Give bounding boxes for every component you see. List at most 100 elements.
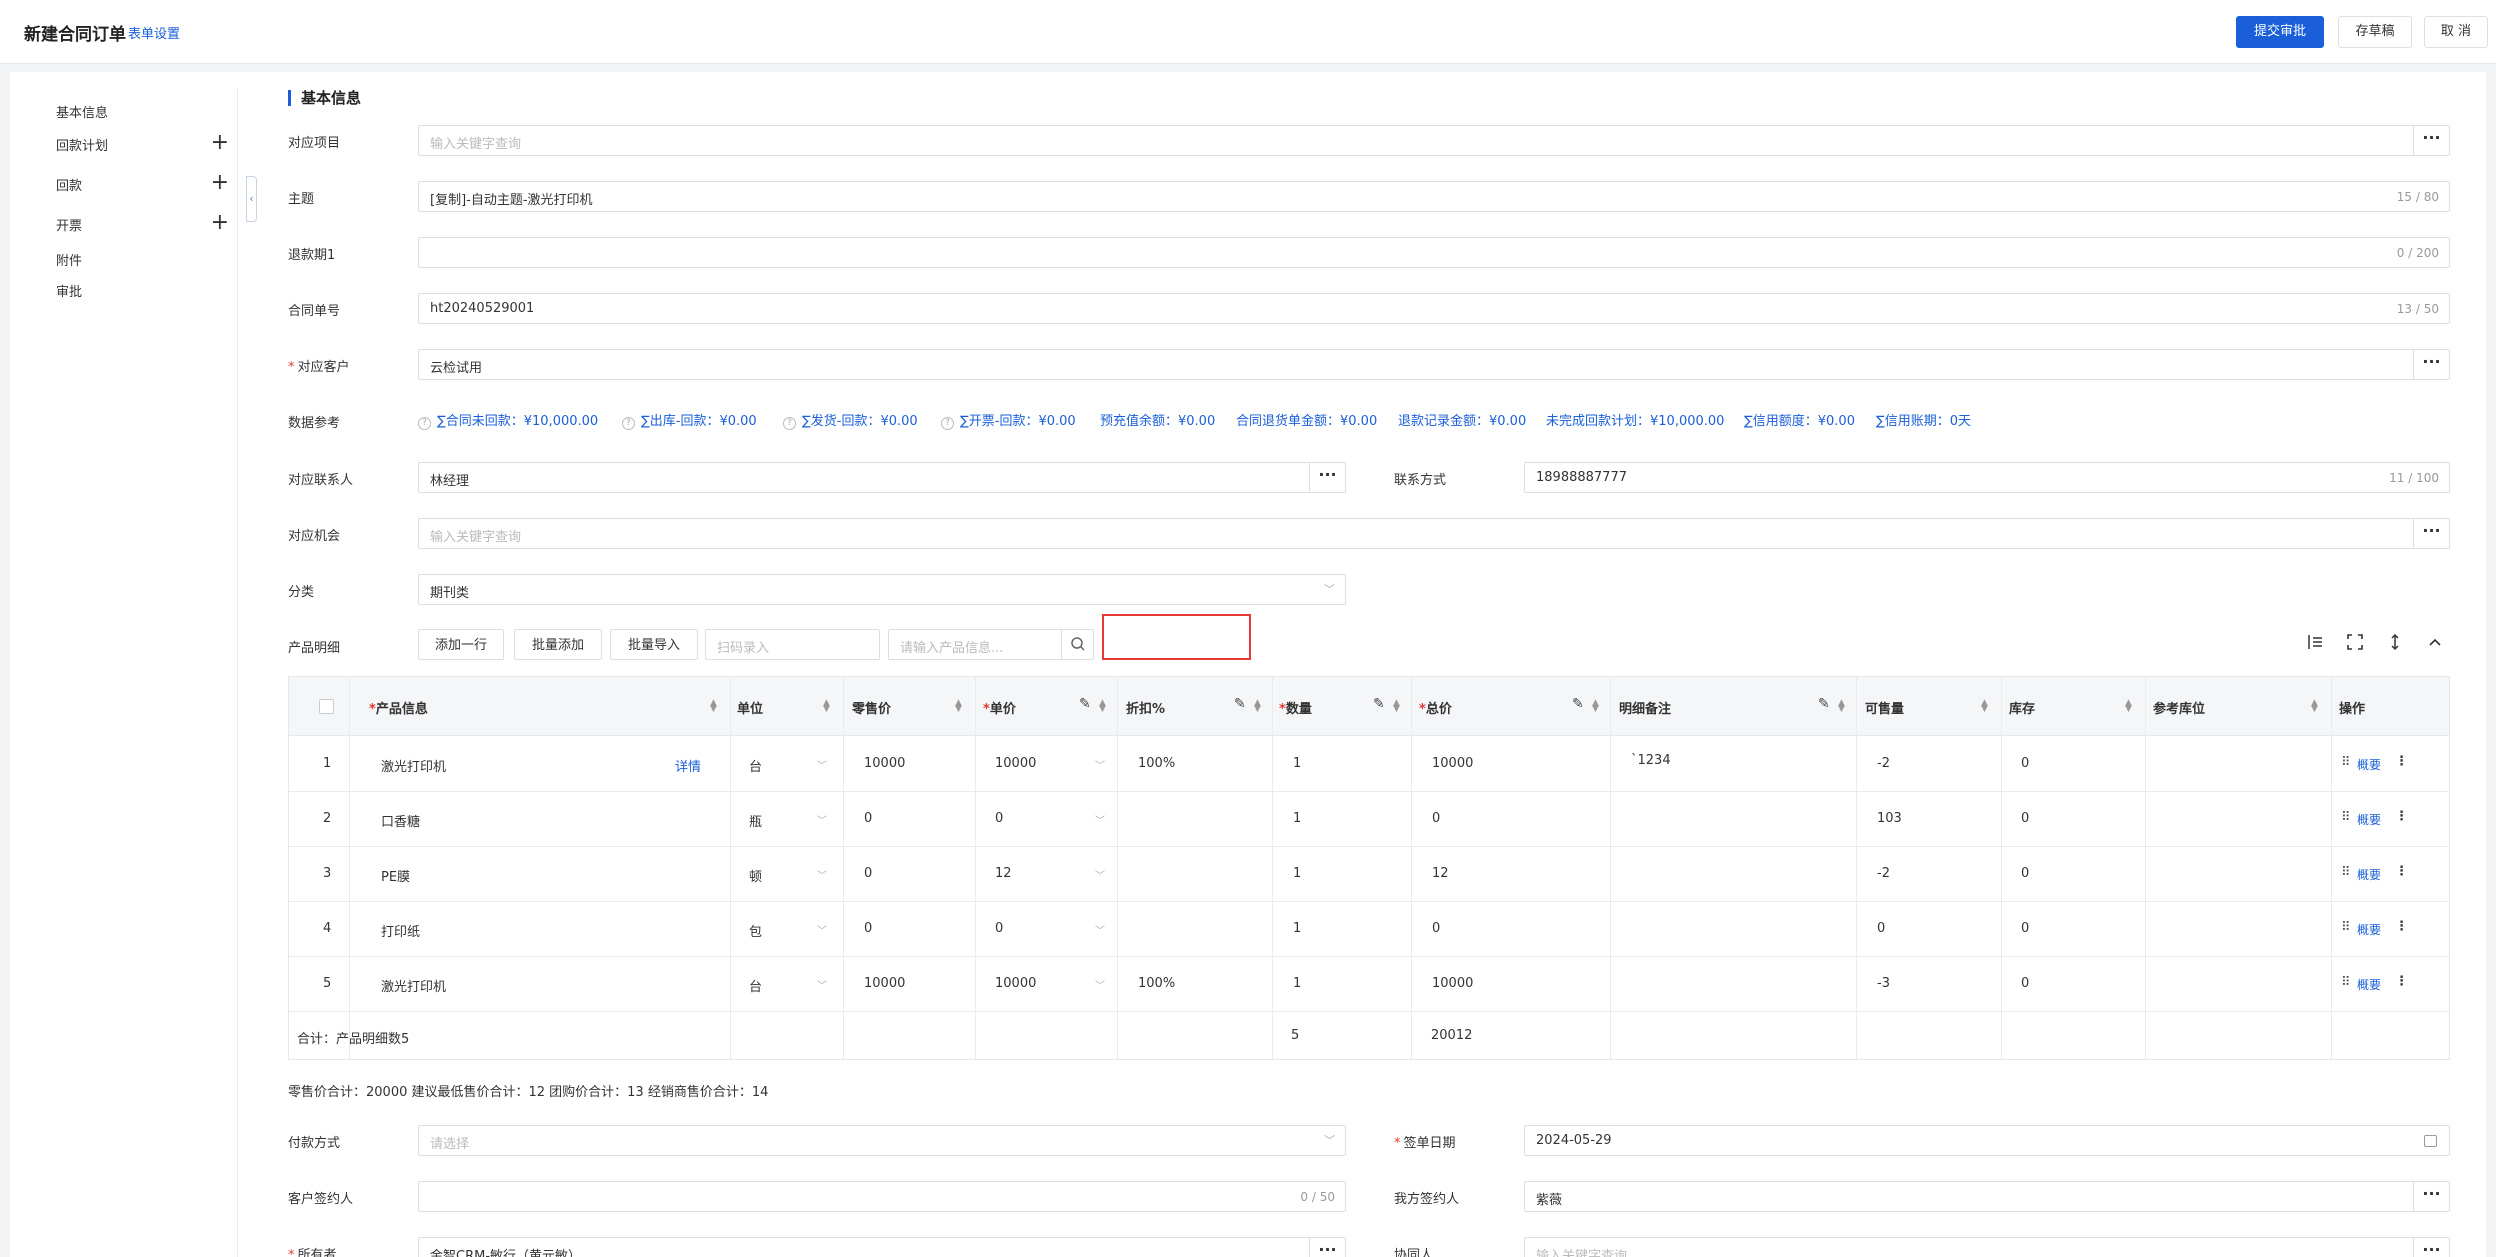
edit-icon[interactable]: ✎	[1234, 696, 1246, 712]
subject-field[interactable]: [复制]-自动主题-激光打印机 15 / 80	[418, 181, 2450, 212]
product-name[interactable]: 口香糖	[381, 811, 420, 830]
owner-lookup-icon[interactable]: ···	[1309, 1238, 1345, 1257]
owner-field[interactable]: 金智CRM-敏行（黄元敏） ···	[418, 1237, 1346, 1257]
sort-icon[interactable]: ▲ ▼	[1981, 699, 1988, 714]
form-settings-link[interactable]: 表单设置	[128, 23, 180, 42]
price-cell[interactable]: 10000	[995, 756, 1036, 771]
dataref-item[interactable]: ? ∑发货-回款：¥0.00	[783, 410, 918, 430]
sort-icon[interactable]: ▲ ▼	[823, 699, 830, 714]
phone-field[interactable]: 18988887777 11 / 100	[1524, 462, 2450, 493]
row-height-icon[interactable]	[2306, 633, 2324, 656]
product-search-input[interactable]: 请输入产品信息...	[888, 629, 1094, 660]
col-total[interactable]: *总价	[1419, 698, 1452, 717]
unit-cell[interactable]: 台	[749, 976, 762, 995]
col-product[interactable]: *产品信息	[369, 698, 428, 717]
fullscreen-icon[interactable]	[2346, 633, 2364, 656]
total-cell[interactable]: 10000	[1432, 976, 1473, 991]
expand-vertical-icon[interactable]	[2386, 633, 2404, 656]
discount-cell[interactable]: 100%	[1138, 756, 1175, 771]
chevron-down-icon[interactable]: ﹀	[1095, 812, 1105, 827]
retail-cell[interactable]: 0	[864, 921, 872, 936]
edit-icon[interactable]: ✎	[1572, 696, 1584, 712]
drag-handle-icon[interactable]: ⠿	[2341, 865, 2351, 880]
nav-item-payment[interactable]: 回款	[56, 175, 82, 194]
price-cell[interactable]: 12	[995, 866, 1012, 881]
dataref-item[interactable]: ? ∑出库-回款：¥0.00	[622, 410, 757, 430]
price-cell[interactable]: 0	[995, 811, 1003, 826]
summary-link[interactable]: 概要	[2357, 921, 2381, 938]
product-name[interactable]: PE膜	[381, 866, 410, 885]
collaborator-field[interactable]: 输入关键字查询 ···	[1524, 1237, 2450, 1257]
batch-import-button[interactable]: 批量导入	[610, 629, 698, 660]
project-lookup-icon[interactable]: ···	[2413, 126, 2449, 155]
dataref-item[interactable]: ∑信用额度：¥0.00	[1744, 410, 1855, 429]
edit-icon[interactable]: ✎	[1079, 696, 1091, 712]
add-payment-icon[interactable]: +	[211, 172, 229, 194]
retail-cell[interactable]: 0	[864, 866, 872, 881]
unit-cell[interactable]: 瓶	[749, 811, 762, 830]
summary-link[interactable]: 概要	[2357, 976, 2381, 993]
sort-icon[interactable]: ▲ ▼	[955, 699, 962, 714]
col-discount[interactable]: 折扣%	[1126, 698, 1165, 717]
total-cell[interactable]: 10000	[1432, 756, 1473, 771]
qty-cell[interactable]: 1	[1293, 811, 1301, 826]
drag-handle-icon[interactable]: ⠿	[2341, 755, 2351, 770]
price-cell[interactable]: 0	[995, 921, 1003, 936]
more-icon[interactable]: ⋮	[2395, 754, 2408, 769]
edit-icon[interactable]: ✎	[1373, 696, 1385, 712]
more-icon[interactable]: ⋮	[2395, 864, 2408, 879]
col-ref-stock[interactable]: 参考库位	[2153, 698, 2205, 717]
unit-cell[interactable]: 台	[749, 756, 762, 775]
col-remark[interactable]: 明细备注	[1619, 698, 1671, 717]
search-icon[interactable]	[1061, 630, 1093, 659]
contract-no-field[interactable]: ht20240529001 13 / 50	[418, 293, 2450, 324]
unit-cell[interactable]: 包	[749, 921, 762, 940]
save-draft-button[interactable]: 存草稿	[2338, 16, 2412, 48]
col-price[interactable]: *单价	[983, 698, 1016, 717]
sign-date-field[interactable]: 2024-05-29	[1524, 1125, 2450, 1156]
col-unit[interactable]: 单位	[737, 698, 763, 717]
qty-cell[interactable]: 1	[1293, 866, 1301, 881]
opportunity-lookup-icon[interactable]: ···	[2413, 519, 2449, 548]
col-stock[interactable]: 库存	[2009, 698, 2035, 717]
category-select[interactable]: 期刊类 ﹀	[418, 574, 1346, 605]
sort-icon[interactable]: ▲ ▼	[710, 699, 717, 714]
col-sellable[interactable]: 可售量	[1865, 698, 1904, 717]
edit-icon[interactable]: ✎	[1818, 696, 1830, 712]
payment-select[interactable]: 请选择 ﹀	[418, 1125, 1346, 1156]
col-retail[interactable]: 零售价	[852, 698, 891, 717]
collapse-up-icon[interactable]	[2426, 633, 2444, 656]
chevron-down-icon[interactable]: ﹀	[817, 977, 827, 992]
contact-lookup-icon[interactable]: ···	[1309, 463, 1345, 492]
summary-link[interactable]: 概要	[2357, 756, 2381, 773]
chevron-down-icon[interactable]: ﹀	[1095, 757, 1105, 772]
chevron-down-icon[interactable]: ﹀	[1095, 922, 1105, 937]
sort-icon[interactable]: ▲ ▼	[1254, 699, 1261, 714]
sort-icon[interactable]: ▲ ▼	[1592, 699, 1599, 714]
price-cell[interactable]: 10000	[995, 976, 1036, 991]
drag-handle-icon[interactable]: ⠿	[2341, 975, 2351, 990]
nav-item-approval[interactable]: 审批	[56, 281, 82, 300]
retail-cell[interactable]: 0	[864, 811, 872, 826]
sort-icon[interactable]: ▲ ▼	[1393, 699, 1400, 714]
product-name[interactable]: 激光打印机	[381, 976, 446, 995]
select-all-checkbox[interactable]	[319, 699, 334, 714]
submit-approval-button[interactable]: 提交审批	[2236, 16, 2324, 48]
chevron-down-icon[interactable]: ﹀	[817, 922, 827, 937]
collaborator-lookup-icon[interactable]: ···	[2413, 1238, 2449, 1257]
summary-link[interactable]: 概要	[2357, 866, 2381, 883]
refund-field[interactable]: 0 / 200	[418, 237, 2450, 268]
cancel-button[interactable]: 取 消	[2424, 16, 2488, 48]
opportunity-field[interactable]: 输入关键字查询 ···	[418, 518, 2450, 549]
nav-item-payment-plan[interactable]: 回款计划	[56, 135, 108, 154]
unit-cell[interactable]: 顿	[749, 866, 762, 885]
product-name[interactable]: 激光打印机	[381, 756, 446, 775]
more-icon[interactable]: ⋮	[2395, 974, 2408, 989]
total-cell[interactable]: 0	[1432, 811, 1440, 826]
chevron-down-icon[interactable]: ﹀	[1095, 977, 1105, 992]
sort-icon[interactable]: ▲ ▼	[1099, 699, 1106, 714]
retail-cell[interactable]: 10000	[864, 976, 905, 991]
chevron-down-icon[interactable]: ﹀	[817, 812, 827, 827]
calendar-icon[interactable]	[2424, 1135, 2437, 1147]
dataref-item[interactable]: 预充值余额：¥0.00	[1100, 410, 1215, 429]
